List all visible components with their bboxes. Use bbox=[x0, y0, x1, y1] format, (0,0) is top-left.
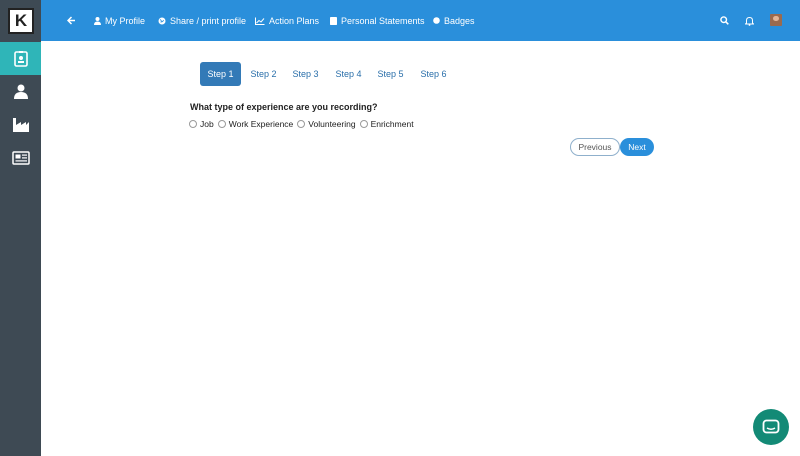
bell-icon bbox=[745, 16, 754, 26]
left-sidebar: K bbox=[0, 0, 41, 456]
user-icon bbox=[94, 16, 101, 25]
top-navbar: My Profile Share / print profile Action … bbox=[41, 0, 800, 41]
option-work-experience[interactable]: Work Experience bbox=[217, 119, 294, 129]
notifications-button[interactable] bbox=[745, 0, 758, 41]
globe-icon bbox=[158, 17, 166, 24]
nav-my-profile[interactable]: My Profile bbox=[94, 0, 145, 41]
newspaper-icon bbox=[11, 150, 30, 165]
nav-personal-statements[interactable]: Personal Statements bbox=[330, 0, 425, 41]
document-icon bbox=[330, 16, 337, 25]
chat-icon bbox=[762, 419, 780, 434]
sidebar-item-id-card[interactable] bbox=[0, 42, 41, 75]
user-icon bbox=[13, 84, 28, 99]
option-label: Volunteering bbox=[308, 119, 356, 129]
nav-badges[interactable]: Badges bbox=[433, 0, 475, 41]
next-button[interactable]: Next bbox=[620, 138, 654, 156]
radio-enrichment[interactable] bbox=[359, 120, 368, 128]
step-4-tab[interactable]: Step 4 bbox=[330, 62, 367, 86]
search-icon bbox=[720, 16, 729, 25]
nav-label: My Profile bbox=[105, 15, 146, 26]
id-badge-icon bbox=[13, 50, 28, 67]
sidebar-item-newspaper[interactable] bbox=[0, 141, 41, 174]
nav-label: Action Plans bbox=[269, 15, 320, 26]
radio-job[interactable] bbox=[189, 120, 197, 128]
step-3-tab[interactable]: Step 3 bbox=[287, 62, 324, 86]
chat-launcher-button[interactable] bbox=[753, 409, 789, 445]
step-6-tab[interactable]: Step 6 bbox=[415, 62, 452, 86]
option-label: Job bbox=[200, 119, 214, 129]
badge-icon bbox=[433, 17, 440, 24]
nav-label: Share / print profile bbox=[170, 15, 247, 26]
logo-mark: K bbox=[7, 7, 34, 34]
nav-label: Personal Statements bbox=[341, 15, 425, 26]
factory-icon bbox=[12, 117, 29, 132]
radio-work-experience[interactable] bbox=[217, 120, 226, 128]
sidebar-item-user[interactable] bbox=[0, 75, 41, 108]
nav-share-print-profile[interactable]: Share / print profile bbox=[158, 0, 246, 41]
step-2-tab[interactable]: Step 2 bbox=[245, 62, 282, 86]
option-enrichment[interactable]: Enrichment bbox=[359, 119, 414, 129]
nav-action-plans[interactable]: Action Plans bbox=[255, 0, 319, 41]
radio-volunteering[interactable] bbox=[297, 120, 306, 128]
arrow-left-icon bbox=[67, 16, 75, 25]
back-button[interactable] bbox=[67, 0, 80, 41]
sidebar-item-industry[interactable] bbox=[0, 108, 41, 141]
avatar[interactable] bbox=[770, 14, 782, 26]
option-volunteering[interactable]: Volunteering bbox=[297, 119, 356, 129]
experience-type-options: Job Work Experience Volunteering Enrichm… bbox=[189, 118, 418, 130]
chart-line-icon bbox=[255, 17, 265, 25]
search-button[interactable] bbox=[720, 0, 733, 41]
experience-type-question: What type of experience are you recordin… bbox=[190, 102, 378, 112]
app-logo[interactable]: K bbox=[0, 0, 41, 41]
step-5-tab[interactable]: Step 5 bbox=[372, 62, 409, 86]
option-label: Enrichment bbox=[370, 119, 414, 129]
step-1-tab[interactable]: Step 1 bbox=[200, 62, 241, 86]
option-job[interactable]: Job bbox=[189, 119, 214, 129]
previous-button[interactable]: Previous bbox=[570, 138, 620, 156]
option-label: Work Experience bbox=[228, 119, 294, 129]
nav-label: Badges bbox=[444, 15, 475, 26]
